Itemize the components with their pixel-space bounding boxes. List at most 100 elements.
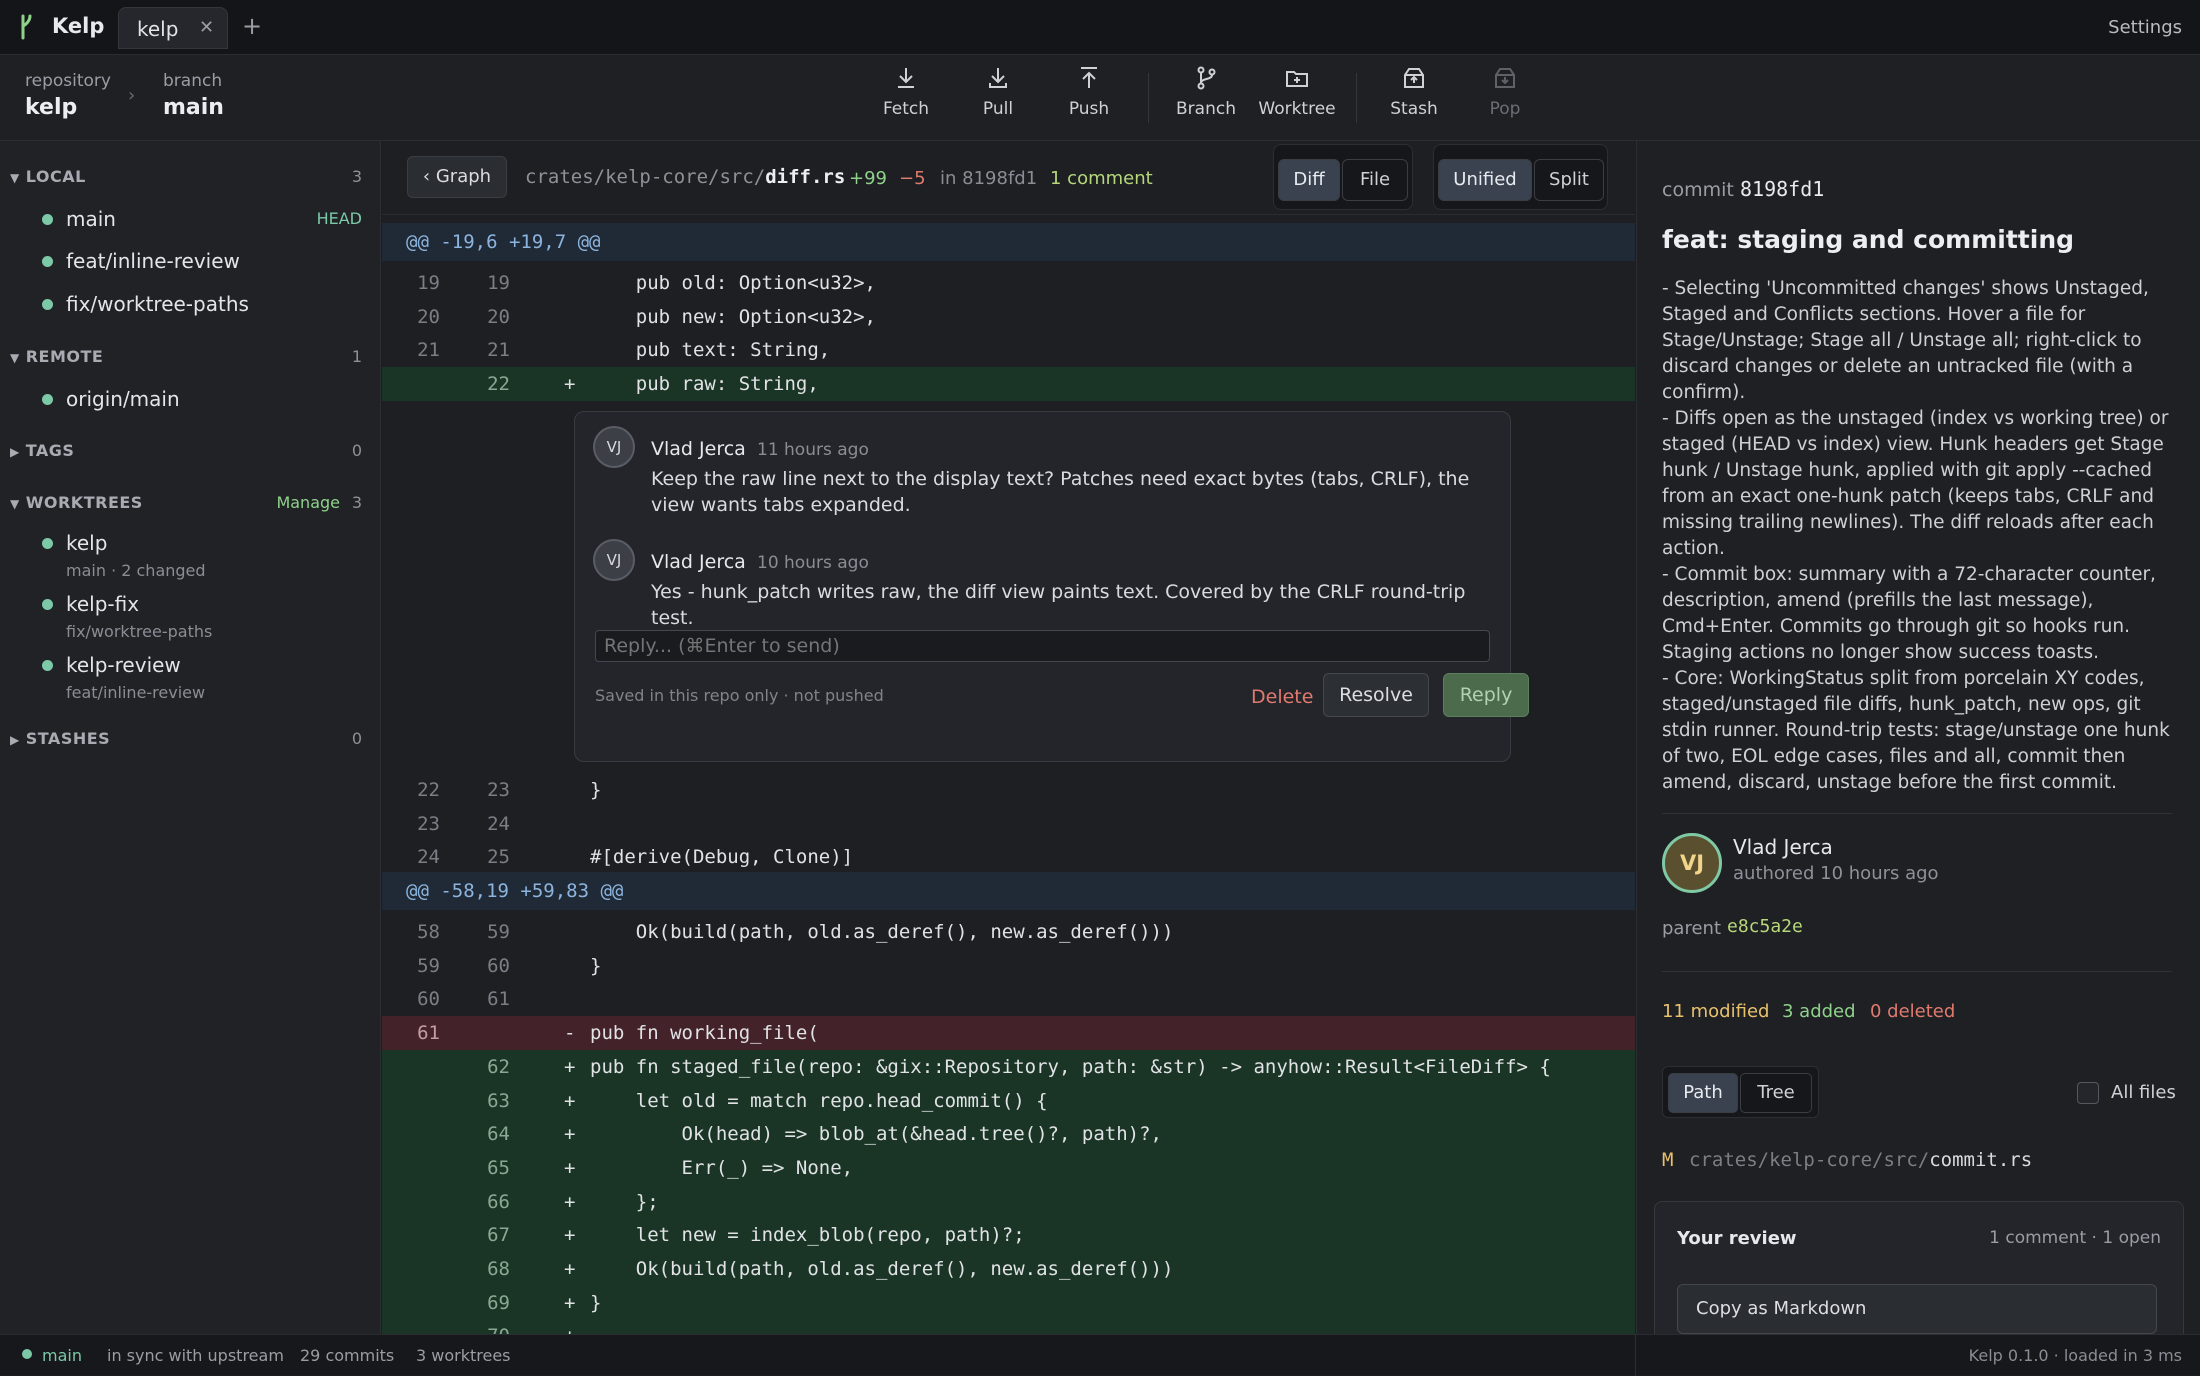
diff-sign: + [564, 373, 576, 396]
copy-as-markdown-button[interactable]: Copy as Markdown [1677, 1284, 2157, 1334]
commit-message-line: - Commit box: summary with a 72-characte… [1662, 564, 2156, 663]
changed-file-name: commit.rs [1929, 1149, 2033, 1171]
commit-title: feat: staging and committing [1662, 225, 2075, 254]
worktree-label: Worktree [1258, 99, 1336, 119]
path-view-button[interactable]: Path [1668, 1073, 1738, 1113]
version-text: Kelp 0.1.0 [1968, 1346, 2049, 1365]
commit-hash[interactable]: 8198fd1 [1740, 177, 1824, 201]
all-files-checkbox[interactable] [2077, 1082, 2099, 1104]
changed-file-item[interactable]: crates/kelp-core/src/commit.rs [1689, 1149, 2032, 1171]
new-tab-icon[interactable]: + [242, 12, 262, 40]
comment-text: Keep the raw line next to the display te… [651, 468, 1470, 516]
commit-message-line: - Core: WorkingStatus split from porcela… [1662, 668, 2170, 793]
code-text: pub old: Option<u32>, [590, 272, 876, 294]
pop-icon [1495, 68, 1515, 88]
unified-mode-button[interactable]: Unified [1438, 159, 1532, 201]
diff-line[interactable]: 22 23} [382, 773, 1635, 807]
stashes-section-header[interactable]: ▶ STASHES [10, 729, 110, 748]
local-section-header[interactable]: ▼ LOCAL [10, 167, 86, 186]
branch-dot-icon [42, 299, 53, 310]
file-dir: crates/kelp-core/src/ [525, 166, 766, 188]
diff-line-added[interactable]: 63 + let old = match repo.head_commit() { [382, 1083, 1635, 1118]
diff-line-added[interactable]: 68 + Ok(build(path, old.as_deref(), new.a… [382, 1252, 1635, 1286]
diff-line-added[interactable]: 69 +} [382, 1285, 1635, 1320]
stash-button[interactable]: Stash [1369, 65, 1459, 135]
remote-count: 1 [351, 347, 362, 366]
push-label: Push [1068, 99, 1110, 119]
settings-link[interactable]: Settings [2108, 17, 2182, 38]
tab-label: kelp [137, 17, 179, 41]
hunk-header[interactable]: @@ -58,19 +59,83 @@ [382, 872, 1635, 910]
kelp-logo-icon [21, 14, 32, 40]
comment-author: Vlad Jerca [651, 438, 746, 460]
hunk-header[interactable]: @@ -19,6 +19,7 @@ [382, 223, 1635, 261]
fetch-button[interactable]: Fetch [861, 65, 951, 135]
diff-line[interactable]: 23 24 [382, 807, 1635, 841]
tags-title: TAGS [25, 441, 75, 460]
stash-label: Stash [1390, 99, 1438, 119]
parent-hash-link[interactable]: e8c5a2e [1727, 916, 1803, 937]
delete-comment-button[interactable]: Delete [1251, 686, 1313, 708]
diff-line[interactable]: 59 60} [382, 949, 1635, 983]
back-to-graph-button[interactable]: ‹ Graph [407, 156, 507, 198]
diff-line[interactable]: 20 20 pub new: Option<u32>, [382, 300, 1635, 334]
pop-button[interactable]: Pop [1460, 65, 1550, 135]
remote-section-header[interactable]: ▼ REMOTE [10, 347, 103, 366]
branch-dot-icon [42, 256, 53, 267]
tags-section-header[interactable]: ▶ TAGS [10, 441, 74, 460]
diff-line[interactable]: 58 59 Ok(build(path, old.as_deref(), new.… [382, 915, 1635, 949]
branch-button-label: Branch [1176, 99, 1236, 119]
diff-sign: + [564, 1190, 576, 1213]
reply-input[interactable] [595, 630, 1490, 662]
old-line-number: 21 [417, 339, 440, 362]
toolbar-divider [1356, 73, 1357, 123]
diff-line-deleted[interactable]: 61 - pub fn working_file( [382, 1016, 1635, 1051]
diff-line-added[interactable]: 66 + }; [382, 1184, 1635, 1219]
manage-worktrees-link[interactable]: Manage [276, 493, 340, 512]
code-text: pub new: Option<u32>, [590, 305, 876, 328]
changed-file-dir: crates/kelp-core/src/ [1689, 1149, 1930, 1171]
diff-line-added[interactable]: 65 + Err(_) => None, [382, 1150, 1635, 1185]
diff-line-added[interactable]: 62 + pub fn staged_file(repo: &gix::Reposi… [382, 1049, 1635, 1084]
commit-label: commit [1662, 179, 1734, 201]
diff-line-added[interactable]: 22 + pub raw: String, [382, 367, 1635, 402]
worktree-dot-icon [42, 599, 53, 610]
close-tab-icon[interactable]: ✕ [199, 17, 214, 38]
diff-line[interactable]: 60 61 [382, 982, 1635, 1016]
diff-line-added[interactable]: 64 + Ok(head) => blob_at(&head.tree()?, p… [382, 1117, 1635, 1152]
status-worktrees: 3 worktrees [416, 1346, 511, 1365]
stashes-count: 0 [351, 729, 362, 748]
new-line-number: 59 [487, 921, 510, 943]
diff-line[interactable]: 19 19 pub old: Option<u32>, [382, 266, 1635, 300]
tab-kelp[interactable]: kelp ✕ [118, 7, 228, 49]
title-bar: Kelp kelp ✕ + Settings [0, 0, 2200, 55]
worktree-button[interactable]: Worktree [1252, 65, 1342, 135]
repository-selector[interactable]: kelp [25, 95, 77, 120]
comment-thread: VJ Vlad Jerca 11 hours ago Keep the raw … [574, 411, 1529, 762]
diff-line-added[interactable]: 70 + [382, 1319, 1635, 1334]
diff-line[interactable]: 24 25 #[derive(Debug, Clone)] [382, 840, 1635, 874]
split-mode-button[interactable]: Split [1534, 159, 1604, 201]
tree-view-button[interactable]: Tree [1740, 1073, 1812, 1113]
branch-icon [1197, 66, 1216, 90]
push-button[interactable]: Push [1044, 65, 1134, 135]
branch-selector[interactable]: main [163, 95, 224, 120]
pull-label: Pull [982, 99, 1014, 119]
diff-line[interactable]: 21 21 pub text: String, [382, 333, 1635, 367]
new-line-number: 25 [487, 846, 510, 869]
pull-button[interactable]: Pull [953, 65, 1043, 135]
worktrees-section-header[interactable]: ▼ WORKTREES [10, 493, 143, 512]
new-line-number: 61 [487, 988, 510, 1011]
reply-button[interactable]: Reply [1443, 673, 1529, 717]
diff-sign: - [564, 1022, 576, 1045]
resolve-button[interactable]: Resolve [1323, 673, 1429, 717]
diff-line-added[interactable]: 67 + let new = index_blob(repo, path)?; [382, 1218, 1635, 1253]
author-name: Vlad Jerca [1733, 835, 1833, 859]
diff-view-button[interactable]: Diff [1278, 159, 1340, 201]
new-line-number: 20 [487, 305, 510, 328]
status-branch: main [42, 1346, 82, 1365]
comment-count[interactable]: 1 comment [1050, 168, 1153, 189]
all-files-label[interactable]: All files [2111, 1082, 2176, 1103]
file-view-button[interactable]: File [1342, 159, 1408, 201]
branch-button[interactable]: Branch [1161, 65, 1251, 135]
